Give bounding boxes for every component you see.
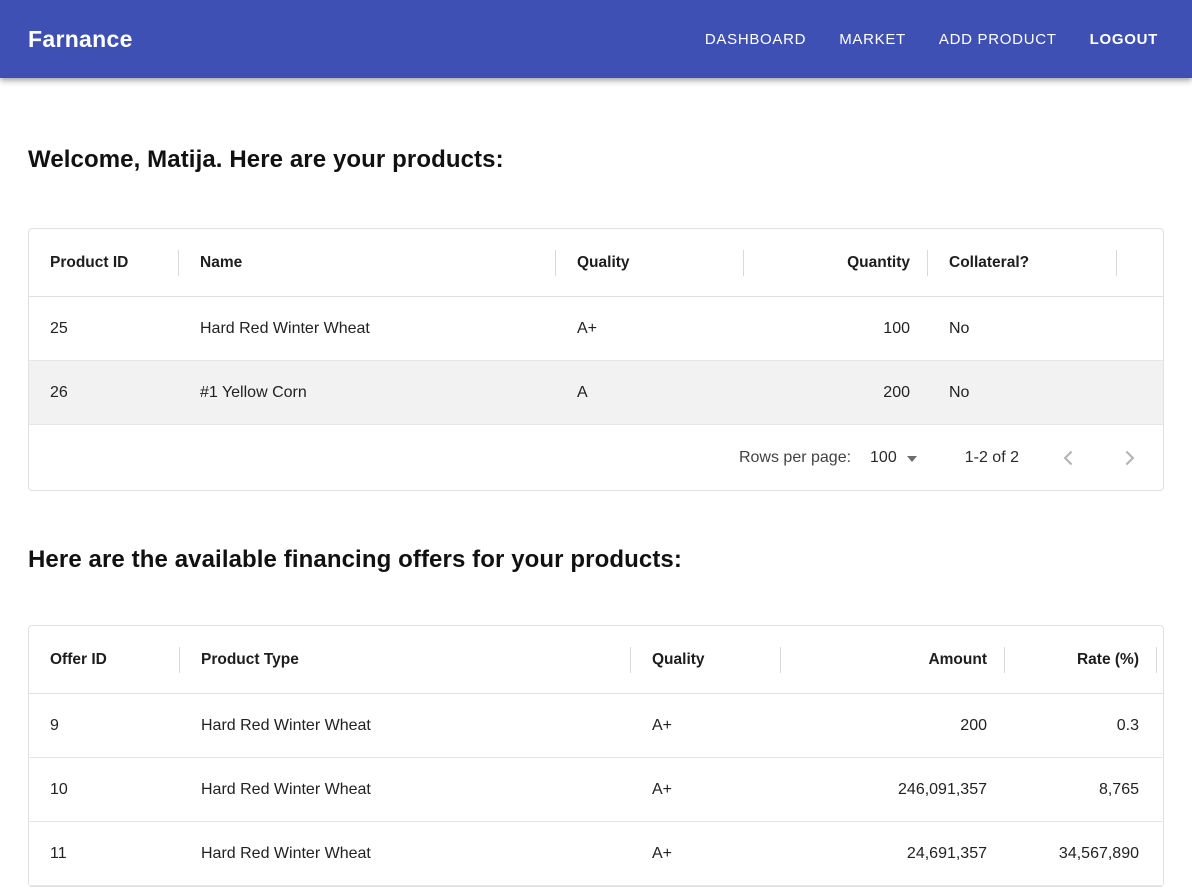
cell-name: Hard Red Winter Wheat	[179, 297, 556, 360]
nav-market[interactable]: MARKET	[839, 31, 906, 48]
chevron-right-icon	[1116, 445, 1142, 471]
column-header-name[interactable]: Name	[179, 229, 556, 296]
cell-product-id: 26	[29, 361, 179, 424]
cell-offer-id: 9	[29, 694, 180, 757]
app-bar: Farnance DASHBOARD MARKET ADD PRODUCT LO…	[0, 0, 1192, 78]
column-header-quality[interactable]: Quality	[556, 229, 744, 296]
column-header-filler	[1117, 229, 1163, 296]
column-header-filler	[1157, 626, 1178, 693]
cell-rate: 8,765	[1005, 758, 1157, 821]
column-header-offer-id[interactable]: Offer ID	[29, 626, 180, 693]
main-nav: DASHBOARD MARKET ADD PRODUCT LOGOUT	[705, 31, 1158, 48]
cell-amount: 200	[781, 694, 1005, 757]
rows-per-page-label: Rows per page:	[739, 449, 851, 467]
column-header-quality[interactable]: Quality	[631, 626, 781, 693]
cell-rate: 34,567,890	[1005, 822, 1157, 885]
cell-quality: A+	[631, 694, 781, 757]
offers-table-header: Offer ID Product Type Quality Amount Rat…	[29, 626, 1163, 694]
cell-collateral: No	[928, 361, 1117, 424]
chevron-down-icon	[907, 456, 917, 462]
column-header-product-id[interactable]: Product ID	[29, 229, 179, 296]
offers-heading: Here are the available financing offers …	[28, 546, 1164, 574]
previous-page-button[interactable]	[1049, 438, 1089, 478]
table-row[interactable]: 11 Hard Red Winter Wheat A+ 24,691,357 3…	[29, 822, 1163, 886]
welcome-heading: Welcome, Matija. Here are your products:	[28, 146, 1164, 174]
table-row[interactable]: 25 Hard Red Winter Wheat A+ 100 No	[29, 297, 1163, 361]
offers-table: Offer ID Product Type Quality Amount Rat…	[28, 625, 1164, 887]
column-header-quantity[interactable]: Quantity	[744, 229, 928, 296]
cell-product-type: Hard Red Winter Wheat	[180, 822, 631, 885]
column-header-product-type[interactable]: Product Type	[180, 626, 631, 693]
column-header-rate[interactable]: Rate (%)	[1005, 626, 1157, 693]
next-page-button[interactable]	[1109, 438, 1149, 478]
pagination-range: 1-2 of 2	[965, 449, 1019, 467]
cell-amount: 246,091,357	[781, 758, 1005, 821]
table-pagination: Rows per page: 100 1-2 of 2	[29, 425, 1163, 490]
cell-collateral: No	[928, 297, 1117, 360]
chevron-left-icon	[1056, 445, 1082, 471]
cell-product-id: 25	[29, 297, 179, 360]
nav-dashboard[interactable]: DASHBOARD	[705, 31, 806, 48]
brand-logo[interactable]: Farnance	[28, 26, 133, 53]
nav-logout[interactable]: LOGOUT	[1090, 31, 1158, 48]
cell-quality: A	[556, 361, 744, 424]
column-header-amount[interactable]: Amount	[781, 626, 1005, 693]
cell-amount: 24,691,357	[781, 822, 1005, 885]
cell-rate: 0.3	[1005, 694, 1157, 757]
cell-offer-id: 10	[29, 758, 180, 821]
page-content: Welcome, Matija. Here are your products:…	[0, 146, 1192, 887]
cell-quality: A+	[631, 822, 781, 885]
table-row[interactable]: 9 Hard Red Winter Wheat A+ 200 0.3	[29, 694, 1163, 758]
cell-product-type: Hard Red Winter Wheat	[180, 694, 631, 757]
cell-offer-id: 11	[29, 822, 180, 885]
cell-name: #1 Yellow Corn	[179, 361, 556, 424]
cell-quality: A+	[631, 758, 781, 821]
column-header-collateral[interactable]: Collateral?	[928, 229, 1117, 296]
rows-per-page-select[interactable]: 100	[870, 449, 917, 467]
table-row[interactable]: 26 #1 Yellow Corn A 200 No	[29, 361, 1163, 425]
cell-quantity: 200	[744, 361, 928, 424]
nav-add-product[interactable]: ADD PRODUCT	[939, 31, 1057, 48]
products-table: Product ID Name Quality Quantity Collate…	[28, 228, 1164, 491]
rows-per-page-value: 100	[870, 449, 897, 467]
cell-quantity: 100	[744, 297, 928, 360]
table-row[interactable]: 10 Hard Red Winter Wheat A+ 246,091,357 …	[29, 758, 1163, 822]
cell-quality: A+	[556, 297, 744, 360]
products-table-header: Product ID Name Quality Quantity Collate…	[29, 229, 1163, 297]
cell-product-type: Hard Red Winter Wheat	[180, 758, 631, 821]
